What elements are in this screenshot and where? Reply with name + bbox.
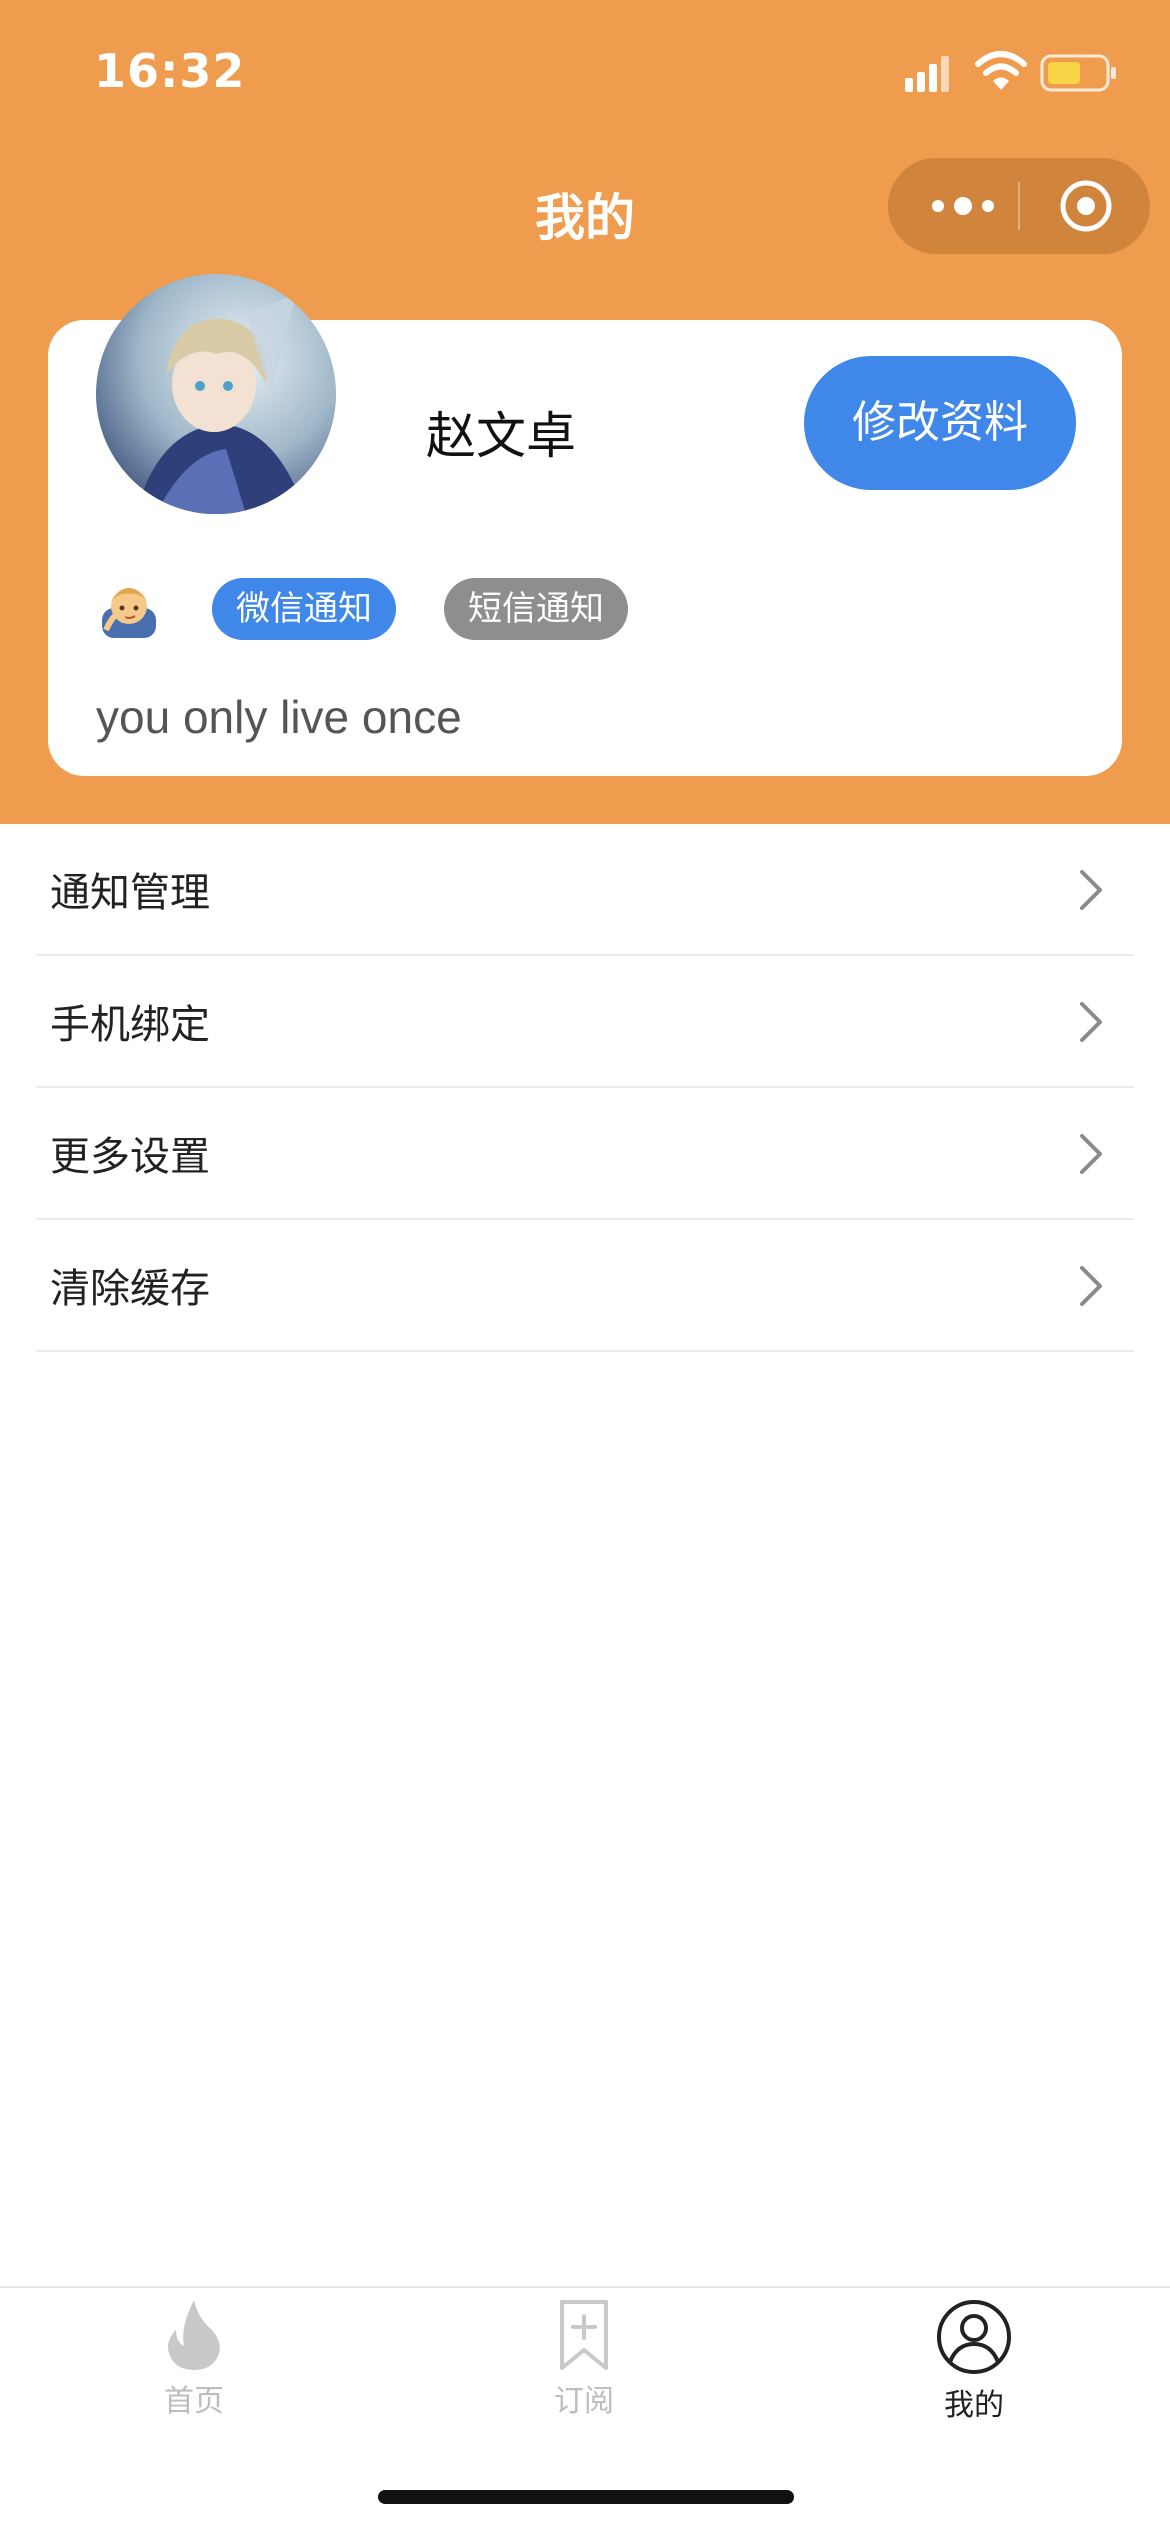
sms-notify-tag[interactable]: 短信通知 bbox=[444, 578, 628, 640]
menu-item-phone-binding[interactable]: 手机绑定 bbox=[36, 956, 1134, 1088]
avatar[interactable] bbox=[96, 274, 336, 514]
tab-subscribe[interactable]: 订阅 bbox=[464, 2290, 704, 2440]
status-time: 16:32 bbox=[94, 44, 246, 98]
menu-item-notification[interactable]: 通知管理 bbox=[36, 824, 1134, 956]
flame-icon bbox=[168, 2300, 220, 2370]
edit-profile-button[interactable]: 修改资料 bbox=[804, 356, 1076, 490]
menu-item-more-settings[interactable]: 更多设置 bbox=[36, 1088, 1134, 1220]
tab-home[interactable]: 首页 bbox=[74, 2290, 314, 2440]
tab-label: 订阅 bbox=[554, 2384, 614, 2419]
battery-icon bbox=[1040, 54, 1116, 92]
menu-item-label: 通知管理 bbox=[50, 870, 210, 916]
bookmark-add-icon bbox=[560, 2300, 608, 2370]
home-indicator bbox=[378, 2490, 794, 2504]
capsule-divider bbox=[1018, 182, 1020, 230]
close-target-icon[interactable] bbox=[1058, 178, 1114, 234]
menu-item-label: 更多设置 bbox=[50, 1134, 210, 1180]
menu-item-clear-cache[interactable]: 清除缓存 bbox=[36, 1220, 1134, 1352]
more-icon[interactable] bbox=[928, 186, 998, 226]
mini-program-capsule bbox=[888, 158, 1150, 254]
chevron-right-icon bbox=[1080, 1002, 1102, 1042]
menu-item-label: 手机绑定 bbox=[50, 1002, 210, 1048]
wechat-notify-tag[interactable]: 微信通知 bbox=[212, 578, 396, 640]
chevron-right-icon bbox=[1080, 870, 1102, 910]
person-emoji-icon bbox=[102, 588, 156, 638]
user-motto: you only live once bbox=[96, 691, 462, 743]
user-icon bbox=[937, 2300, 1011, 2374]
tab-mine[interactable]: 我的 bbox=[854, 2290, 1094, 2440]
signal-icon bbox=[905, 56, 949, 92]
tab-label: 首页 bbox=[164, 2384, 224, 2419]
wifi-icon bbox=[975, 51, 1027, 90]
user-name: 赵文卓 bbox=[426, 407, 576, 465]
menu-item-label: 清除缓存 bbox=[50, 1266, 210, 1312]
tab-label: 我的 bbox=[944, 2388, 1004, 2423]
chevron-right-icon bbox=[1080, 1134, 1102, 1174]
chevron-right-icon bbox=[1080, 1266, 1102, 1306]
